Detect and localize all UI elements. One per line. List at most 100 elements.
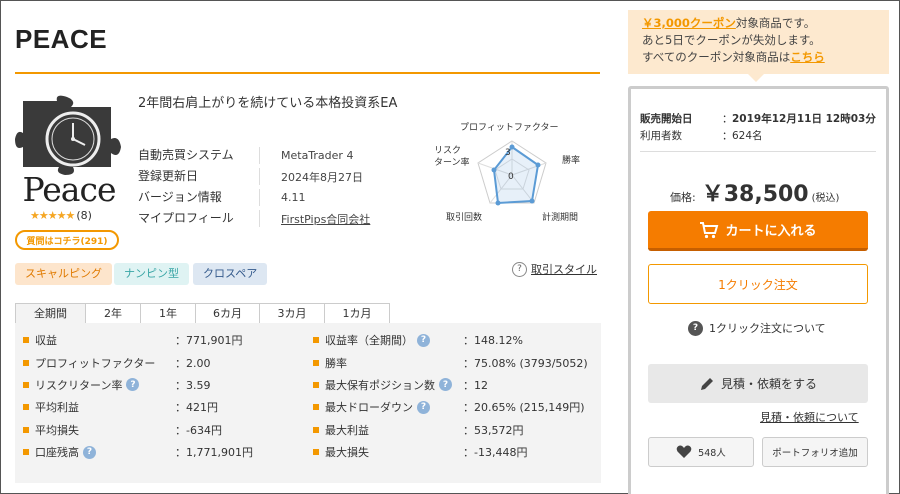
favorite-count: 548人 — [698, 448, 726, 459]
stat-label: 平均利益 — [35, 401, 79, 415]
stat-row: 最大ドローダウン? ：20.65% (215,149円) — [313, 396, 598, 418]
one-click-order-button[interactable]: 1クリック注文 — [648, 264, 868, 304]
favorite-button[interactable]: 548人 — [648, 437, 754, 467]
page-title: PEACE — [15, 24, 108, 54]
price-value: ￥38,500 — [701, 182, 809, 207]
stat-row: リスクリターン率? ：3.59 — [23, 374, 313, 396]
info-row-updated: 登録更新日 2024年8月27日 — [138, 166, 370, 187]
users-colon: ： — [722, 130, 733, 142]
profile-link[interactable]: FirstPips合同会社 — [260, 211, 370, 227]
info-row-profile: マイプロフィール FirstPips合同会社 — [138, 208, 370, 229]
stat-row: 勝率 ：75.08% (3793/5052) — [313, 351, 598, 373]
review-count: (8) — [76, 209, 92, 222]
help-icon[interactable]: ? — [417, 333, 430, 347]
bullet — [313, 449, 319, 456]
bullet — [313, 381, 319, 388]
bullet — [23, 404, 29, 411]
stat-value: ：-13,448円 — [463, 446, 528, 460]
stat-row: プロフィットファクター ：2.00 — [23, 351, 313, 373]
tag-nanpin[interactable]: ナンピン型 — [114, 263, 189, 285]
help-icon[interactable]: ? — [439, 378, 452, 392]
help-icon[interactable]: ? — [83, 445, 96, 459]
request-quote-button[interactable]: 見積・依頼をする — [648, 364, 868, 403]
cart-icon — [700, 221, 719, 238]
bullet — [23, 381, 29, 388]
stars-glyphs: ★★★★★ — [30, 209, 75, 222]
stat-value: ：-634円 — [175, 423, 222, 437]
info-label: 自動売買システム — [138, 147, 260, 164]
stats-panel: 収益 ：771,901円 プロフィットファクター ：2.00 リスクリターン率? ：3… — [15, 323, 601, 483]
questions-button[interactable]: 質問はコチラ(291) — [15, 230, 119, 250]
stat-value: ：771,901円 — [175, 334, 243, 348]
stat-row: 平均利益 ：421円 — [23, 396, 313, 418]
pen-icon — [700, 377, 713, 390]
info-row-system: 自動売買システム MetaTrader 4 — [138, 145, 370, 166]
tab-6-months[interactable]: 6カ月 — [195, 303, 260, 323]
product-info-table: 自動売買システム MetaTrader 4 登録更新日 2024年8月27日 バ… — [138, 145, 370, 229]
tab-3-months[interactable]: 3カ月 — [259, 303, 325, 323]
price: 価格: ￥38,500 (税込) — [670, 176, 839, 208]
info-value: MetaTrader 4 — [281, 149, 354, 162]
bullet — [23, 359, 29, 366]
bullet — [23, 337, 29, 344]
stat-value: ：53,572円 — [463, 423, 524, 437]
coupon-line-1: ￥3,000クーポン対象商品です。 — [642, 15, 889, 32]
tab-1-month[interactable]: 1カ月 — [324, 303, 390, 323]
bullet — [23, 426, 29, 433]
stat-row: 最大保有ポジション数? ：12 — [313, 374, 598, 396]
price-label: 価格: — [670, 191, 696, 204]
one-click-about-link[interactable]: ? 1クリック注文について — [688, 320, 826, 336]
info-label: マイプロフィール — [138, 210, 260, 227]
coupon-arrow — [748, 74, 764, 82]
quote-about-link[interactable]: 見積・依頼について — [760, 409, 859, 425]
question-icon: ? — [512, 261, 527, 277]
heart-icon — [676, 445, 692, 458]
stat-value: ：75.08% (3793/5052) — [463, 356, 588, 370]
stat-label-text: 収益率（全期間） — [325, 334, 413, 348]
bullet — [313, 404, 319, 411]
logo-wordmark: Peace — [22, 170, 117, 209]
stat-label: 口座残高? — [35, 444, 96, 460]
stat-label: リスクリターン率? — [35, 377, 140, 393]
stats-right-column: 収益率（全期間）? ：148.12% 勝率 ：75.08% (3793/5052) … — [313, 329, 598, 463]
info-label: バージョン情報 — [138, 189, 260, 206]
tag-scalping[interactable]: スキャルピング — [15, 263, 112, 285]
rating-stars: ★★★★★ (8) — [30, 209, 92, 222]
tab-2-years[interactable]: 2年 — [85, 303, 141, 323]
bullet — [23, 449, 29, 456]
radar-scale-max: 3 — [505, 148, 511, 158]
add-to-cart-label: カートに入れる — [725, 224, 817, 239]
stat-label-text: 口座残高 — [35, 446, 79, 460]
stat-label: 最大利益 — [325, 423, 369, 437]
tab-1-year[interactable]: 1年 — [140, 303, 196, 323]
stat-label: 平均損失 — [35, 423, 79, 437]
trade-style-link[interactable]: ? 取引スタイル — [512, 261, 597, 277]
help-icon[interactable]: ? — [126, 378, 140, 392]
period-tabs: 全期間 2年 1年 6カ月 3カ月 1カ月 — [15, 303, 390, 323]
info-row-version: バージョン情報 4.11 — [138, 187, 370, 208]
add-portfolio-button[interactable]: ポートフォリオ追加 — [762, 437, 868, 467]
users-label: 利用者数 — [640, 130, 682, 142]
radar-label-risk: リスク ターン率 — [434, 146, 470, 168]
coupon-line-1-suffix: 対象商品です。 — [735, 16, 816, 30]
info-value: 2024年8月27日 — [281, 170, 363, 184]
coupon-amount-link[interactable]: ￥3,000クーポン — [642, 16, 736, 30]
sale-start-row: 販売開始日 ：2019年12月11日 12時03分 — [640, 111, 876, 126]
radar-chart: プロフィットファクター リスク ターン率 勝率 取引回数 計測期間 3 0 — [420, 115, 595, 225]
help-icon[interactable]: ? — [417, 400, 430, 414]
stat-label: 最大ドローダウン? — [325, 399, 430, 415]
one-click-about-label: 1クリック注文について — [709, 322, 826, 335]
coupon-line-3-prefix: すべてのクーポン対象商品は — [642, 50, 791, 64]
stat-label: 収益率（全期間）? — [325, 332, 430, 348]
tab-all-period[interactable]: 全期間 — [15, 303, 86, 323]
coupon-here-link[interactable]: こちら — [790, 50, 825, 64]
stat-row: 平均損失 ：-634円 — [23, 419, 313, 441]
panel-divider — [640, 151, 876, 152]
stat-value: ：1,771,901円 — [175, 446, 253, 460]
bullet — [313, 337, 319, 344]
tag-cross-pair[interactable]: クロスペア — [193, 263, 268, 285]
radar-title: プロフィットファクター — [460, 123, 559, 133]
stat-value: ：148.12% — [463, 334, 523, 348]
add-to-cart-button[interactable]: カートに入れる — [648, 211, 868, 251]
stat-label-text: リスクリターン率 — [35, 378, 123, 392]
